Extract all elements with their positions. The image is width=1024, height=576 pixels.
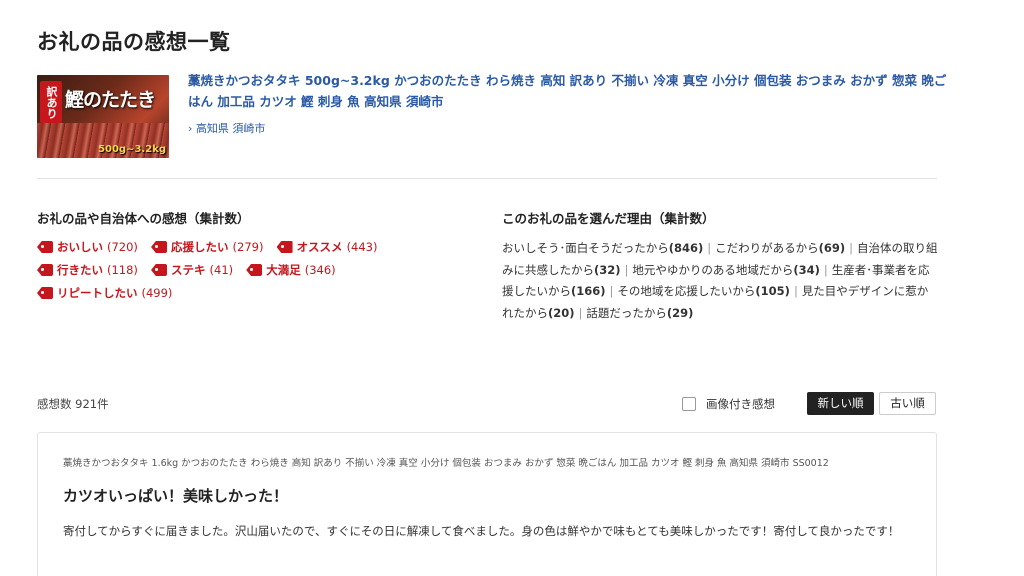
tag-count: (443)	[346, 240, 378, 254]
review-card: 藁焼きかつおタタキ 1.6kg かつおのたたき わら焼き 高知 訳あり 不揃い …	[37, 432, 937, 576]
tag-icon	[37, 264, 53, 276]
tag-icon	[246, 264, 263, 276]
review-product-name: 藁焼きかつおタタキ 1.6kg かつおのたたき わら焼き 高知 訳あり 不揃い …	[63, 458, 829, 469]
tag-icon	[37, 287, 53, 299]
tag-daimanzoku[interactable]: 大満足 (346)	[246, 262, 336, 278]
sort-newest-button[interactable]: 新しい順	[807, 392, 874, 415]
tag-label: オススメ	[296, 240, 343, 254]
tag-label: 応援したい	[171, 240, 229, 254]
image-filter-label: 画像付き感想	[706, 397, 775, 411]
reason-label: 話題だったから	[586, 305, 667, 320]
review-title: カツオいっぱい！美味しかった！	[63, 487, 289, 505]
reason-label: その地域を応援したいから	[617, 284, 756, 298]
product-summary: 訳あり 鰹のたたき 500g~3.2kg 藁焼きかつおタタキ 500g~3.2k…	[37, 70, 946, 162]
reasons-heading: このお礼の品を選んだ理由（集計数）	[502, 211, 715, 226]
impression-tags: おいしい (720) 応援したい (279) オススメ (443) 行きたい (118)…	[37, 238, 457, 307]
reason-count: (32)	[594, 262, 621, 277]
tag-icon	[151, 241, 168, 253]
product-title-link[interactable]: 藁焼きかつおタタキ 500g~3.2kg かつおのたたき わら焼き 高知 訳あり…	[188, 70, 948, 112]
tag-oishii[interactable]: おいしい (720)	[37, 239, 138, 255]
reason-count: (105)	[755, 284, 790, 298]
reason-item: 話題だったから(29)	[586, 306, 693, 320]
reason-item: おいしそう･面白そうだったから(846)	[502, 241, 703, 255]
reason-separator: |	[624, 262, 629, 277]
divider	[37, 178, 937, 179]
reason-count: (34)	[793, 262, 820, 277]
sort-oldest-button[interactable]: 古い順	[879, 392, 936, 415]
reason-count: (29)	[666, 305, 694, 320]
tag-count: (346)	[304, 263, 336, 277]
reason-label: おいしそう･面白そうだったから	[502, 241, 669, 255]
tag-count: (499)	[141, 286, 173, 300]
reason-separator: |	[609, 284, 614, 298]
reason-item: 地元やゆかりのある地域だから(34)	[632, 263, 820, 277]
tag-count: (41)	[209, 263, 234, 277]
reason-label: 地元やゆかりのある地域だから	[632, 262, 794, 277]
tag-count: (118)	[107, 263, 138, 277]
tag-label: ステキ	[171, 263, 206, 277]
checkbox-icon[interactable]	[682, 397, 696, 411]
tag-ouen[interactable]: 応援したい (279)	[151, 239, 263, 255]
reason-separator: |	[578, 305, 583, 320]
tag-icon	[151, 264, 168, 276]
page-title: お礼の品の感想一覧	[37, 30, 231, 54]
thumbnail-calligraphy: 鰹のたたき	[65, 89, 156, 111]
reason-label: こだわりがあるから	[715, 241, 819, 255]
reason-item: こだわりがあるから(69)	[715, 241, 845, 255]
tag-label: 大満足	[266, 263, 301, 277]
product-thumbnail[interactable]: 訳あり 鰹のたたき 500g~3.2kg	[37, 75, 169, 158]
product-location-link[interactable]: › 高知県 須崎市	[188, 120, 265, 136]
reason-count: (166)	[571, 284, 606, 298]
review-count-label: 感想数 921件	[37, 397, 109, 411]
tag-label: 行きたい	[57, 263, 103, 277]
image-filter-toggle[interactable]: 画像付き感想	[682, 396, 775, 412]
reason-separator: |	[707, 241, 712, 255]
reason-separator: |	[849, 241, 854, 255]
tag-suteki[interactable]: ステキ (41)	[151, 262, 233, 278]
reason-count: (20)	[548, 305, 575, 320]
reason-separator: |	[823, 262, 828, 277]
reasons-list: おいしそう･面白そうだったから(846) | こだわりがあるから(69) | 自治体の取…	[502, 238, 938, 324]
thumbnail-weight: 500g~3.2kg	[98, 144, 166, 155]
thumbnail-badge: 訳あり	[40, 81, 62, 123]
review-body: 寄付してからすぐに届きました。沢山届いたので、すぐにその日に解凍して食べました。…	[63, 524, 900, 538]
tag-repeat[interactable]: リピートしたい (499)	[37, 285, 172, 301]
tag-ikitai[interactable]: 行きたい (118)	[37, 262, 138, 278]
reason-count: (846)	[668, 241, 704, 255]
tag-label: おいしい	[57, 240, 103, 254]
reason-count: (69)	[818, 241, 846, 255]
tag-count: (279)	[232, 240, 264, 254]
tag-label: リピートしたい	[57, 286, 138, 300]
tag-icon	[37, 241, 53, 253]
reason-item: その地域を応援したいから(105)	[617, 284, 790, 298]
tag-count: (720)	[107, 240, 138, 254]
tag-osusume[interactable]: オススメ (443)	[276, 239, 378, 255]
tag-icon	[276, 241, 293, 253]
reason-separator: |	[793, 284, 798, 298]
impressions-heading: お礼の品や自治体への感想（集計数）	[37, 211, 250, 226]
